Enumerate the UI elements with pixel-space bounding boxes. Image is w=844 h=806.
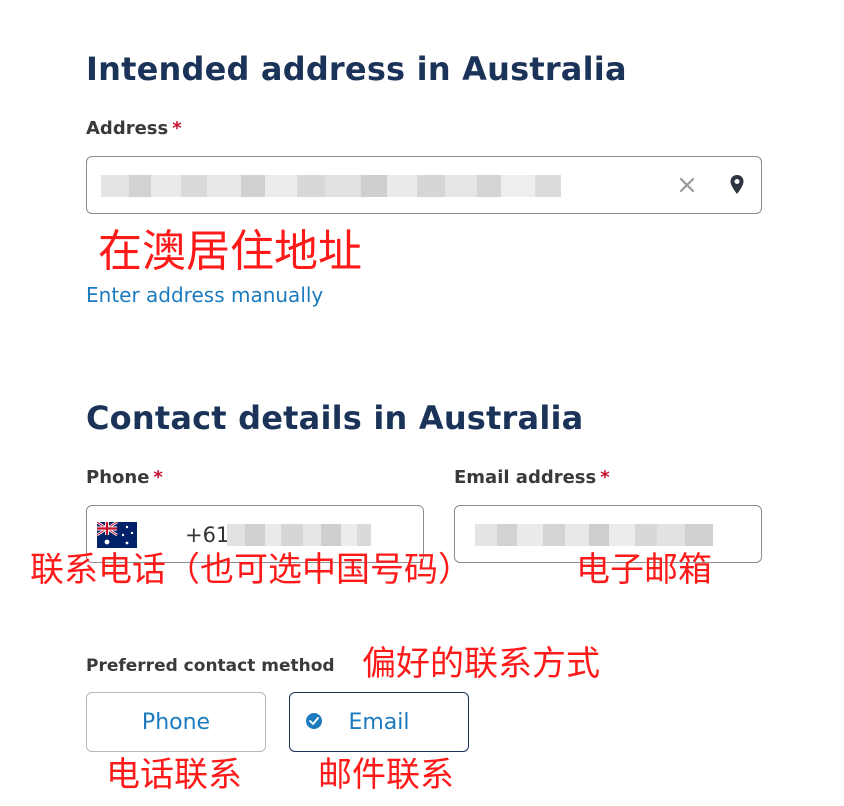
address-annotation: 在澳居住地址 [98, 226, 362, 277]
email-label: Email address * [454, 467, 610, 488]
required-marker: * [153, 467, 163, 488]
phone-label-text: Phone [86, 467, 150, 488]
close-icon[interactable] [679, 177, 695, 193]
phone-option-label: Phone [141, 709, 211, 735]
contact-method-email-option[interactable]: Email [289, 692, 469, 752]
redacted-phone-value [227, 524, 371, 546]
redacted-email-value [475, 524, 713, 546]
email-option-annotation: 邮件联系 [318, 755, 454, 795]
required-marker: * [600, 467, 610, 488]
address-label-text: Address [86, 118, 169, 139]
phone-prefix: +61 [185, 523, 230, 547]
map-pin-icon[interactable] [729, 174, 745, 196]
enter-address-manually-link[interactable]: Enter address manually [86, 283, 323, 307]
email-option-label: Email [348, 709, 410, 735]
phone-label: Phone * [86, 467, 163, 488]
redacted-address-value [101, 175, 591, 197]
australia-flag-icon[interactable] [97, 522, 137, 548]
email-annotation: 电子邮箱 [576, 550, 712, 590]
address-section-heading: Intended address in Australia [86, 50, 627, 88]
contact-section-heading: Contact details in Australia [86, 399, 584, 437]
address-label: Address * [86, 118, 182, 139]
preferred-contact-method-label: Preferred contact method [86, 656, 335, 676]
phone-option-annotation: 电话联系 [106, 755, 242, 795]
check-icon [306, 713, 322, 729]
contact-method-phone-option[interactable]: Phone [86, 692, 266, 752]
phone-annotation: 联系电话（也可选中国号码） [30, 550, 472, 590]
address-input[interactable] [86, 156, 762, 214]
required-marker: * [172, 118, 182, 139]
preferred-method-annotation: 偏好的联系方式 [362, 644, 600, 684]
email-label-text: Email address [454, 467, 597, 488]
